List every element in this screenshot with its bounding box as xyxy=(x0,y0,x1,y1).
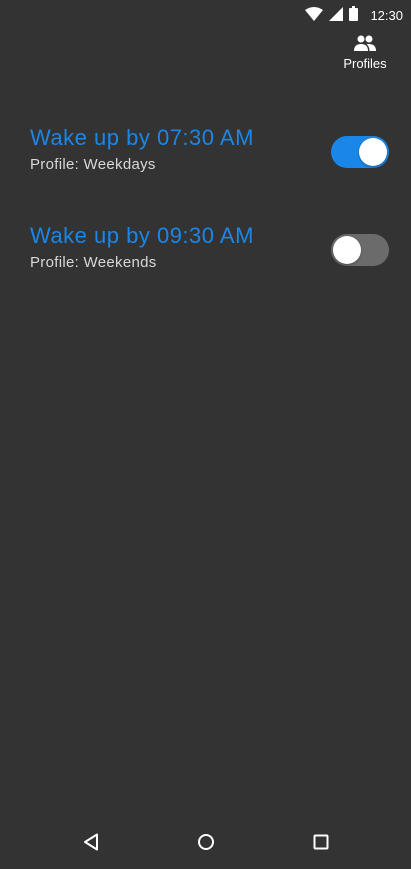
alarm-time: Wake up by 07:30 AM xyxy=(30,125,254,150)
recents-button[interactable] xyxy=(307,830,335,858)
alarm-profile: Profile: Weekends xyxy=(30,254,157,271)
recents-icon xyxy=(313,834,329,855)
people-icon xyxy=(353,34,377,57)
alarm-toggle-switch[interactable] xyxy=(331,234,389,266)
home-icon xyxy=(197,833,215,856)
cellular-signal-icon xyxy=(329,6,344,26)
profiles-button[interactable]: Profiles xyxy=(341,34,389,71)
toggle-thumb xyxy=(333,236,361,264)
toggle-thumb xyxy=(359,138,387,166)
back-button[interactable] xyxy=(77,830,105,858)
alarm-profile: Profile: Weekdays xyxy=(30,156,156,173)
battery-icon xyxy=(349,6,359,26)
wifi-icon xyxy=(305,6,324,26)
alarm-list: Wake up by 07:30 AM Profile: Weekdays Wa… xyxy=(0,118,411,314)
back-icon xyxy=(83,833,99,856)
alarm-item[interactable]: Wake up by 09:30 AM Profile: Weekends xyxy=(0,216,411,314)
navigation-bar xyxy=(0,819,411,869)
home-button[interactable] xyxy=(192,830,220,858)
status-icons: 12:30 xyxy=(305,6,403,26)
alarm-item[interactable]: Wake up by 07:30 AM Profile: Weekdays xyxy=(0,118,411,216)
status-bar: 12:30 xyxy=(0,0,411,32)
status-time: 12:30 xyxy=(370,8,403,23)
alarm-time: Wake up by 09:30 AM xyxy=(30,223,254,248)
profiles-label: Profiles xyxy=(343,56,387,71)
alarm-toggle-switch[interactable] xyxy=(331,136,389,168)
